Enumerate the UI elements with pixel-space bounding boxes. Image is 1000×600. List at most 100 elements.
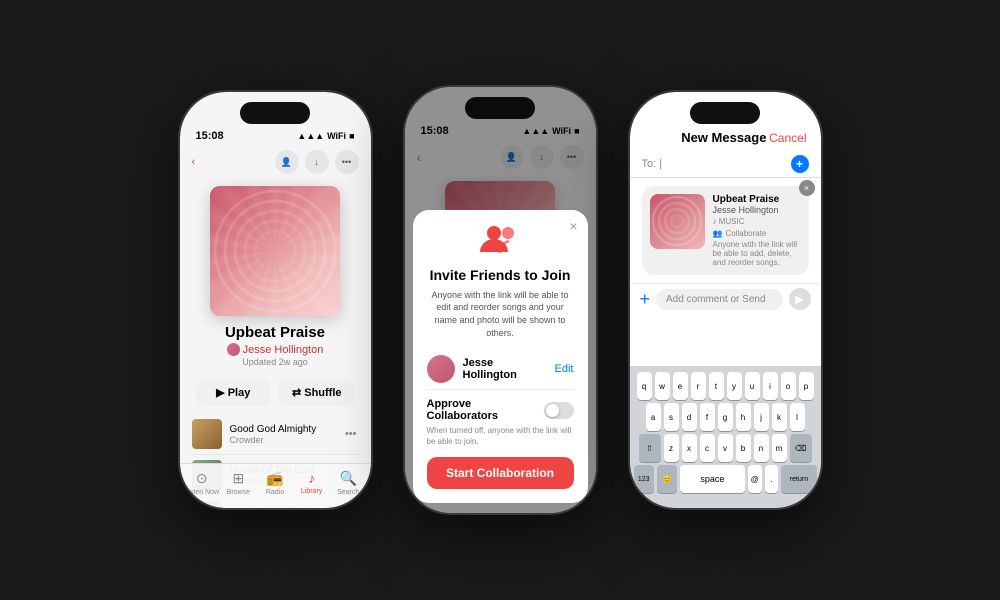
key-e[interactable]: e	[673, 372, 688, 400]
add-person-icon-1[interactable]: 👤	[275, 150, 299, 174]
key-q[interactable]: q	[637, 372, 652, 400]
att-collab-desc: Anyone with the link will be able to add…	[713, 240, 801, 267]
phone-3-screen: New Message Cancel To: | + ×	[630, 92, 821, 508]
wave-art-1	[210, 186, 340, 316]
back-icon-1[interactable]: ‹	[192, 156, 196, 168]
cancel-button[interactable]: Cancel	[769, 131, 806, 145]
key-t[interactable]: t	[709, 372, 724, 400]
tab-library[interactable]: ♪ Library	[293, 470, 330, 496]
start-collaboration-button[interactable]: Start Collaboration	[427, 457, 574, 489]
keyboard-row-4: 123 😊 space @ . return	[634, 465, 817, 493]
key-h[interactable]: h	[736, 403, 751, 431]
radio-icon: 📻	[266, 470, 283, 487]
tab-search[interactable]: 🔍 Search	[330, 470, 367, 496]
keyboard-row-2: a s d f g h j k l	[634, 403, 817, 431]
att-collab-row: 👥 Collaborate	[713, 229, 801, 238]
message-title: New Message	[679, 130, 770, 145]
song-item-0[interactable]: Good God Almighty Crowder •••	[192, 414, 359, 455]
playback-buttons-1: ▶ Play ⇄ Shuffle	[180, 373, 371, 412]
tab-browse[interactable]: ⊞ Browse	[220, 470, 257, 496]
modal-overlay-2[interactable]: × Invite Friends to Join Anyone with the…	[405, 87, 596, 513]
modal-edit-btn[interactable]: Edit	[555, 363, 574, 375]
phone-3: New Message Cancel To: | + ×	[628, 90, 823, 510]
tab-radio[interactable]: 📻 Radio	[257, 470, 294, 496]
phone-2: 15:08 ▲▲▲ WiFi ■ ‹ 👤 ↓ ••• Upbeat Praise	[403, 85, 598, 515]
key-n[interactable]: n	[754, 434, 769, 462]
library-icon: ♪	[308, 470, 315, 486]
keyboard: q w e r t y u i o p a s d f g h j k	[630, 366, 821, 508]
listen-now-icon: ⊙	[196, 470, 208, 487]
delete-key[interactable]: ⌫	[790, 434, 812, 462]
att-artist: Jesse Hollington	[713, 205, 801, 215]
key-g[interactable]: g	[718, 403, 733, 431]
key-a[interactable]: a	[646, 403, 661, 431]
modal-close-btn[interactable]: ×	[569, 218, 577, 234]
song-name-0: Good God Almighty	[230, 424, 335, 435]
play-button-1[interactable]: ▶ Play	[196, 379, 272, 406]
attachment-info: Upbeat Praise Jesse Hollington ♪ MUSIC 👥…	[713, 194, 801, 267]
browse-icon: ⊞	[233, 470, 245, 487]
download-icon-1[interactable]: ↓	[305, 150, 329, 174]
approve-toggle[interactable]	[544, 402, 574, 419]
modal-toggle-row: Approve Collaborators	[427, 398, 574, 422]
key-d[interactable]: d	[682, 403, 697, 431]
space-key[interactable]: space	[680, 465, 745, 493]
dynamic-island-3	[690, 102, 760, 124]
shuffle-button-1[interactable]: ⇄ Shuffle	[279, 379, 355, 406]
invite-modal: × Invite Friends to Join Anyone with the…	[413, 210, 588, 503]
attachment-image	[650, 194, 705, 249]
song-more-0[interactable]: •••	[343, 428, 359, 440]
song-thumb-0	[192, 419, 222, 449]
attachment-close-btn[interactable]: ×	[799, 180, 815, 196]
key-k[interactable]: k	[772, 403, 787, 431]
key-i[interactable]: i	[763, 372, 778, 400]
emoji-key[interactable]: 😊	[657, 465, 677, 493]
tab-listen-now[interactable]: ⊙ Listen Now	[184, 470, 221, 496]
tab-label-browse: Browse	[227, 489, 250, 496]
at-key[interactable]: @	[748, 465, 762, 493]
attachment-card: × Upbeat Praise Jesse Hollington ♪	[642, 186, 809, 275]
key-f[interactable]: f	[700, 403, 715, 431]
dynamic-island-1	[240, 102, 310, 124]
toggle-label: Approve Collaborators	[427, 398, 538, 422]
num-key[interactable]: 123	[634, 465, 654, 493]
more-icon-1[interactable]: •••	[335, 150, 359, 174]
artist-name-1[interactable]: Jesse Hollington	[243, 344, 324, 356]
key-l[interactable]: l	[790, 403, 805, 431]
add-recipient-btn[interactable]: +	[791, 155, 809, 173]
modal-title: Invite Friends to Join	[427, 267, 574, 283]
key-c[interactable]: c	[700, 434, 715, 462]
key-j[interactable]: j	[754, 403, 769, 431]
return-key[interactable]: return	[781, 465, 816, 493]
key-x[interactable]: x	[682, 434, 697, 462]
tab-label-library: Library	[301, 488, 322, 495]
key-u[interactable]: u	[745, 372, 760, 400]
key-y[interactable]: y	[727, 372, 742, 400]
send-button[interactable]: ▶	[789, 288, 811, 310]
to-row: To: | +	[630, 151, 821, 178]
attachment-container: × Upbeat Praise Jesse Hollington ♪	[630, 178, 821, 283]
att-wave-art	[650, 194, 705, 249]
phone-1-screen: 15:08 ▲▲▲ WiFi ■ ‹ 👤 ↓ •••	[180, 92, 371, 508]
shift-key[interactable]: ⇧	[639, 434, 661, 462]
key-z[interactable]: z	[664, 434, 679, 462]
phone-1: 15:08 ▲▲▲ WiFi ■ ‹ 👤 ↓ •••	[178, 90, 373, 510]
tab-bar-1: ⊙ Listen Now ⊞ Browse 📻 Radio ♪ Library …	[180, 463, 371, 508]
key-b[interactable]: b	[736, 434, 751, 462]
message-input-row: + Add comment or Send ▶	[630, 283, 821, 314]
signal-icon-1: ▲▲▲	[297, 131, 324, 141]
keyboard-row-3: ⇧ z x c v b n m ⌫	[634, 434, 817, 462]
message-input[interactable]: Add comment or Send	[656, 289, 782, 310]
key-o[interactable]: o	[781, 372, 796, 400]
key-r[interactable]: r	[691, 372, 706, 400]
key-v[interactable]: v	[718, 434, 733, 462]
tab-label-listen: Listen Now	[184, 489, 219, 496]
key-w[interactable]: w	[655, 372, 670, 400]
add-attachment-btn[interactable]: +	[640, 289, 651, 310]
key-m[interactable]: m	[772, 434, 787, 462]
key-s[interactable]: s	[664, 403, 679, 431]
key-p[interactable]: p	[799, 372, 814, 400]
keyboard-row-1: q w e r t y u i o p	[634, 372, 817, 400]
period-key[interactable]: .	[765, 465, 779, 493]
to-label: To: |	[642, 158, 663, 170]
